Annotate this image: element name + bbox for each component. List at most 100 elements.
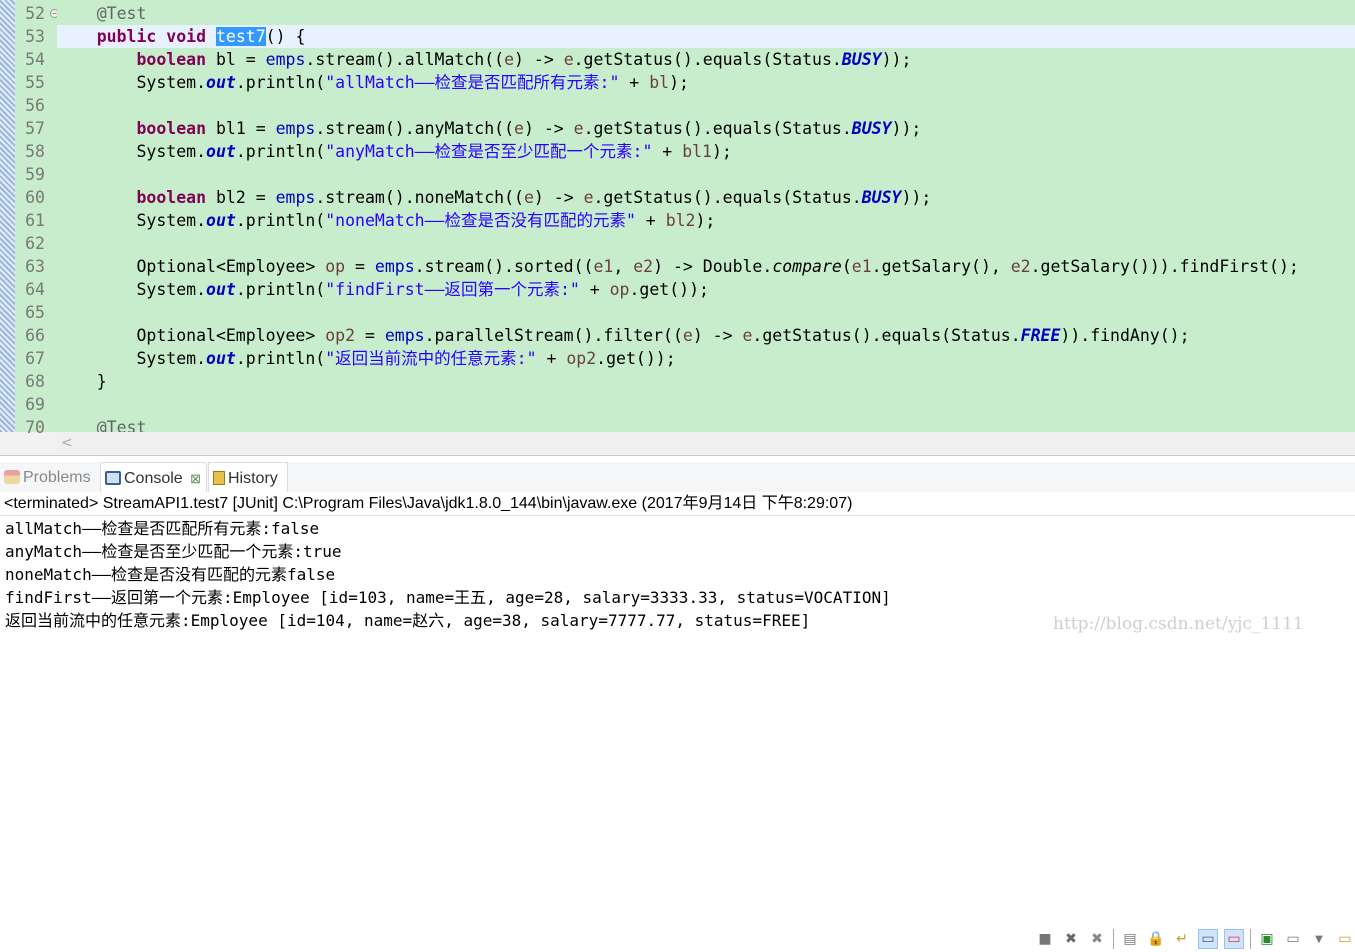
code-token: FREE	[1020, 326, 1061, 345]
remove-all-terminated-icon[interactable]: ✖	[1087, 929, 1107, 949]
code-line[interactable]: System.out.println("返回当前流中的任意元素:" + op2.…	[57, 347, 1355, 370]
console-header: <terminated> StreamAPI1.test7 [JUnit] C:…	[4, 495, 853, 512]
code-token: e2	[633, 257, 654, 276]
code-token: System.	[57, 142, 207, 161]
code-line[interactable]: @Test	[57, 2, 1355, 25]
line-number: 58	[25, 142, 45, 161]
terminate-icon[interactable]: ■	[1035, 929, 1055, 949]
code-token: op	[325, 257, 346, 276]
line-number: 68	[25, 372, 45, 391]
code-line[interactable]	[57, 163, 1355, 186]
close-icon[interactable]: ⊠	[190, 471, 201, 486]
toolbar-separator	[1250, 929, 1251, 949]
tab-console[interactable]: Console ⊠	[100, 462, 207, 492]
code-token: boolean	[136, 188, 207, 207]
scroll-lock-icon[interactable]: 🔒	[1146, 929, 1166, 949]
code-line[interactable]: @Test	[57, 416, 1355, 432]
code-line[interactable]: System.out.println("allMatch——检查是否匹配所有元素…	[57, 71, 1355, 94]
code-token: .println(	[235, 142, 326, 161]
code-token: .println(	[235, 349, 326, 368]
code-token: ) -> Double.	[653, 257, 773, 276]
code-line[interactable]	[57, 301, 1355, 324]
code-token: System.	[57, 73, 207, 92]
clear-console-icon[interactable]: ▤	[1120, 929, 1140, 949]
code-token: compare	[772, 257, 842, 276]
console-output-line: anyMatch——检查是否至少匹配一个元素:true	[5, 542, 342, 561]
selected-text: test7	[215, 27, 266, 46]
code-token: public	[96, 27, 157, 46]
console-toolbar: ■ ✖ ✖ ▤ 🔒 ↵ ▭ ▭ ▣ ▭ ▼ ▭	[1035, 926, 1355, 952]
remove-launch-icon[interactable]: ✖	[1061, 929, 1081, 949]
code-token: );	[695, 211, 716, 230]
console-output-line: findFirst——返回第一个元素:Employee [id=103, nam…	[5, 588, 891, 607]
code-token: emps	[275, 119, 316, 138]
code-line[interactable]: boolean bl2 = emps.stream().noneMatch((e…	[57, 186, 1355, 209]
code-line[interactable]: }	[57, 370, 1355, 393]
line-number: 59	[25, 165, 45, 184]
tab-history[interactable]: History	[208, 462, 288, 492]
code-token: ));	[881, 50, 912, 69]
code-token: emps	[275, 188, 316, 207]
console-output-line: noneMatch——检查是否没有匹配的元素false	[5, 565, 336, 584]
code-token: BUSY	[841, 50, 882, 69]
code-token: out	[206, 73, 236, 92]
code-token: ,	[613, 257, 634, 276]
code-token: out	[206, 211, 236, 230]
code-token: out	[206, 142, 236, 161]
code-line[interactable]: Optional<Employee> op = emps.stream().so…	[57, 255, 1355, 278]
console-icon	[105, 471, 121, 485]
code-token: @Test	[96, 418, 147, 432]
code-token: BUSY	[851, 119, 892, 138]
code-token: +	[619, 73, 650, 92]
code-line[interactable]: System.out.println("findFirst——返回第一个元素:"…	[57, 278, 1355, 301]
line-number: 62	[25, 234, 45, 253]
code-line[interactable]	[57, 393, 1355, 416]
console-output-line: 返回当前流中的任意元素:Employee [id=104, name=赵六, a…	[5, 611, 811, 630]
display-console-icon[interactable]: ▭	[1283, 929, 1303, 949]
code-line[interactable]	[57, 232, 1355, 255]
console-output-line: allMatch——检查是否匹配所有元素:false	[5, 519, 320, 538]
code-area[interactable]: */ @Test public void test7() { boolean b…	[57, 0, 1355, 432]
code-token: ));	[901, 188, 932, 207]
open-console-icon[interactable]: ▭	[1335, 929, 1355, 949]
code-line[interactable]: boolean bl1 = emps.stream().anyMatch((e)…	[57, 117, 1355, 140]
code-token: )).findAny();	[1060, 326, 1190, 345]
dropdown-icon[interactable]: ▼	[1309, 929, 1329, 949]
show-console-on-stdout-icon[interactable]: ▭	[1198, 929, 1218, 949]
code-token: bl1 =	[206, 119, 276, 138]
code-token: +	[536, 349, 567, 368]
scroll-left-icon[interactable]: <	[61, 435, 73, 451]
code-editor[interactable]: 5152−53545556575859606162636465666768697…	[0, 0, 1355, 456]
show-console-on-stderr-icon[interactable]: ▭	[1224, 929, 1244, 949]
pin-console-icon[interactable]: ▣	[1257, 929, 1277, 949]
code-line[interactable]: System.out.println("anyMatch——检查是否至少匹配一个…	[57, 140, 1355, 163]
code-token: ) ->	[514, 50, 564, 69]
code-token: "findFirst——返回第一个元素:"	[325, 280, 580, 299]
code-token: .get());	[596, 349, 676, 368]
code-token: =	[345, 257, 375, 276]
code-token: +	[635, 211, 666, 230]
code-token: .getStatus().equals(Status.	[573, 50, 842, 69]
code-token: out	[206, 349, 236, 368]
word-wrap-icon[interactable]: ↵	[1172, 929, 1192, 949]
code-line[interactable]: Optional<Employee> op2 = emps.parallelSt…	[57, 324, 1355, 347]
code-line[interactable]: System.out.println("noneMatch——检查是否没有匹配的…	[57, 209, 1355, 232]
code-token: (	[841, 257, 852, 276]
watermark: http://blog.csdn.net/yjc_1111	[1053, 614, 1304, 634]
code-line[interactable]	[57, 94, 1355, 117]
code-line[interactable]: boolean bl = emps.stream().allMatch((e) …	[57, 48, 1355, 71]
code-line[interactable]: public void test7() {	[57, 25, 1355, 48]
code-token: bl =	[206, 50, 266, 69]
code-token: System.	[57, 211, 207, 230]
history-icon	[213, 471, 225, 485]
code-token: .getSalary(),	[871, 257, 1011, 276]
tab-problems[interactable]: Problems	[0, 462, 96, 492]
code-token: }	[57, 372, 107, 391]
code-token: e	[523, 188, 534, 207]
overview-ruler	[0, 0, 15, 432]
horizontal-scrollbar[interactable]: <	[57, 432, 1355, 455]
